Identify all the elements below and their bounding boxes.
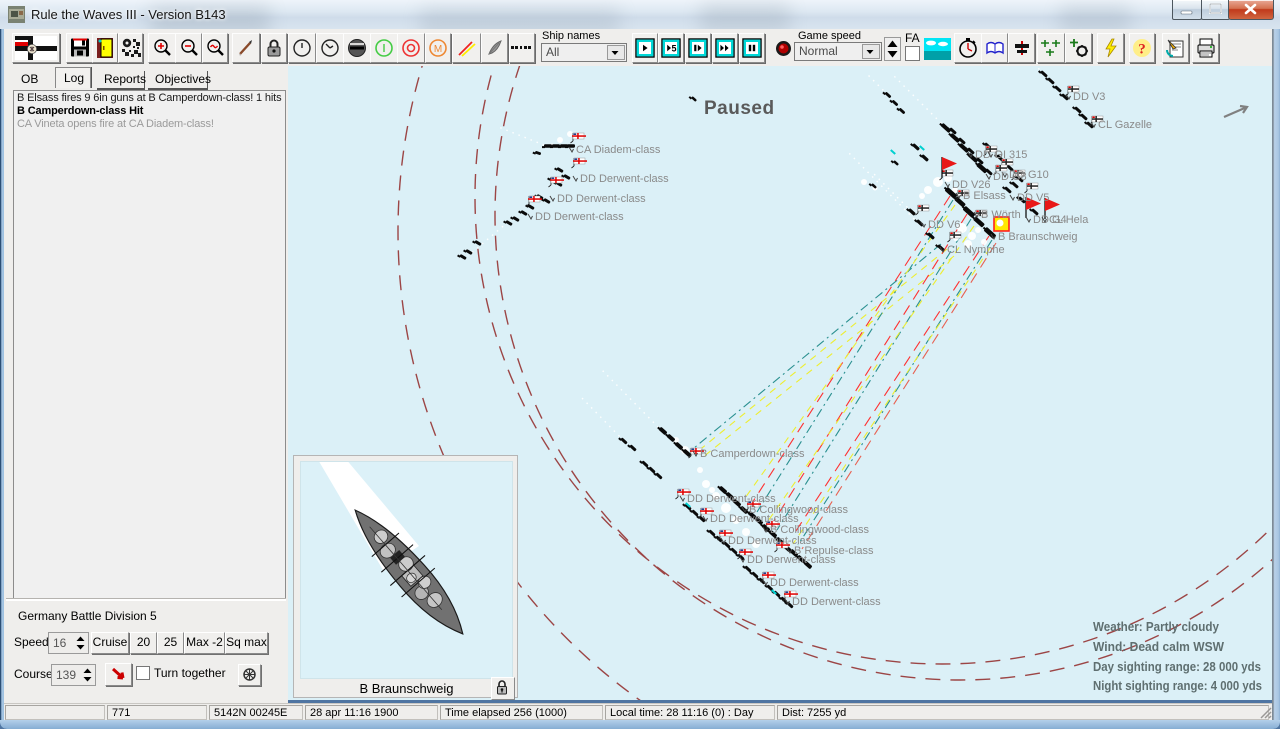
svg-text:DD Derwent-class: DD Derwent-class [580, 173, 669, 185]
svg-text:B Braunschweig: B Braunschweig [998, 231, 1078, 243]
svg-text:CL Hela: CL Hela [1049, 214, 1089, 226]
svg-text:Night sighting range: 4 000 yd: Night sighting range: 4 000 yds [1093, 679, 1262, 693]
svg-text:Wind: Dead calm WSW: Wind: Dead calm WSW [1093, 640, 1224, 654]
svg-text:B Wörth: B Wörth [981, 209, 1021, 221]
svg-text:M: M [434, 44, 442, 55]
svg-text:DD V5: DD V5 [1017, 192, 1049, 204]
svg-text:DD Derwent-class: DD Derwent-class [535, 211, 624, 223]
svg-text:Day sighting range: 28 000 yds: Day sighting range: 28 000 yds [1093, 660, 1261, 674]
svg-text:DD Derwent-class: DD Derwent-class [792, 596, 881, 608]
svg-text:CL Nymphe: CL Nymphe [947, 244, 1005, 256]
svg-text:DD G8: DD G8 [993, 171, 1027, 183]
svg-text:DD Derwent-class: DD Derwent-class [557, 193, 646, 205]
svg-text:?: ? [1138, 42, 1146, 58]
svg-text:5: 5 [672, 43, 677, 53]
svg-text:DD Derwent-class: DD Derwent-class [770, 577, 859, 589]
svg-text:DD Derwent-class: DD Derwent-class [747, 554, 836, 566]
svg-text:CL Gazelle: CL Gazelle [1098, 119, 1152, 131]
svg-text:CA Diadem-class: CA Diadem-class [576, 144, 661, 156]
svg-text:Weather: Partly cloudy: Weather: Partly cloudy [1093, 620, 1219, 634]
svg-text:DI 315: DI 315 [995, 149, 1027, 161]
svg-text:DD V3: DD V3 [1073, 91, 1105, 103]
svg-text:DD V6: DD V6 [928, 219, 960, 231]
svg-text:B Camperdown-class: B Camperdown-class [700, 448, 805, 460]
svg-text:Paused: Paused [704, 98, 775, 119]
svg-text:B Elsass: B Elsass [963, 190, 1006, 202]
